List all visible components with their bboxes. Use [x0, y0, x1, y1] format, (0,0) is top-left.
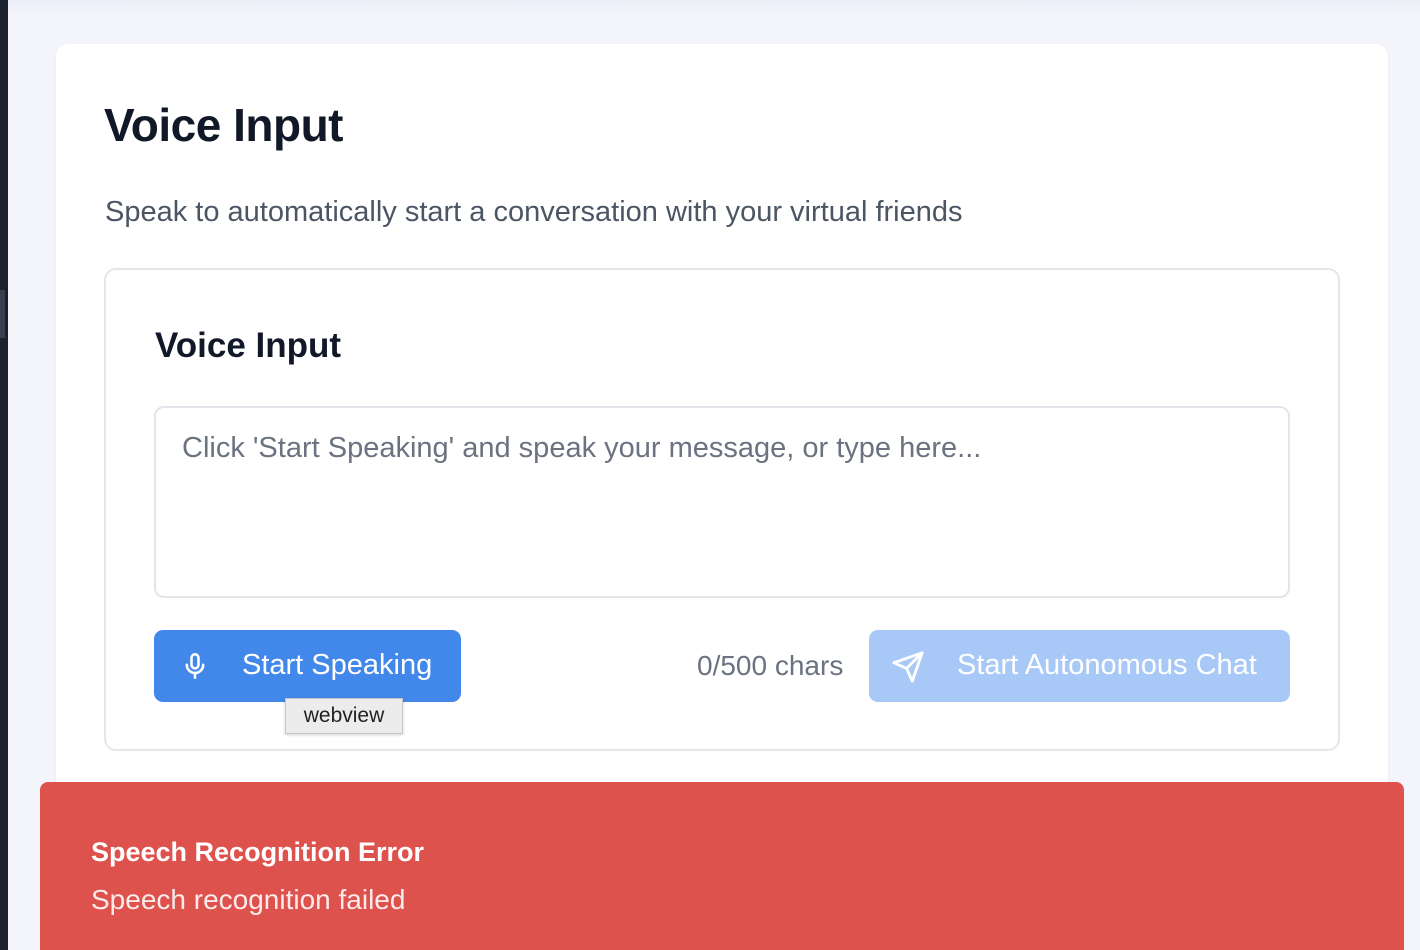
window-left-edge — [0, 0, 8, 950]
webview-tooltip: webview — [285, 698, 403, 734]
message-input[interactable] — [154, 406, 1290, 598]
left-edge-handle — [0, 290, 5, 338]
page-title: Voice Input — [104, 99, 344, 151]
top-bar-shadow — [8, 0, 1420, 18]
voice-input-panel-title: Voice Input — [155, 326, 342, 365]
error-toast-message: Speech recognition failed — [91, 884, 406, 915]
start-autonomous-chat-button[interactable]: Start Autonomous Chat — [869, 630, 1290, 702]
error-toast-title: Speech Recognition Error — [91, 837, 425, 867]
start-autonomous-chat-label: Start Autonomous Chat — [957, 649, 1257, 681]
page-subtitle: Speak to automatically start a conversat… — [105, 196, 963, 228]
char-count: 0/500 chars — [697, 650, 844, 681]
start-speaking-button[interactable]: Start Speaking — [154, 630, 461, 702]
start-speaking-label: Start Speaking — [242, 649, 433, 681]
microphone-icon — [181, 652, 209, 680]
send-icon — [891, 650, 925, 684]
